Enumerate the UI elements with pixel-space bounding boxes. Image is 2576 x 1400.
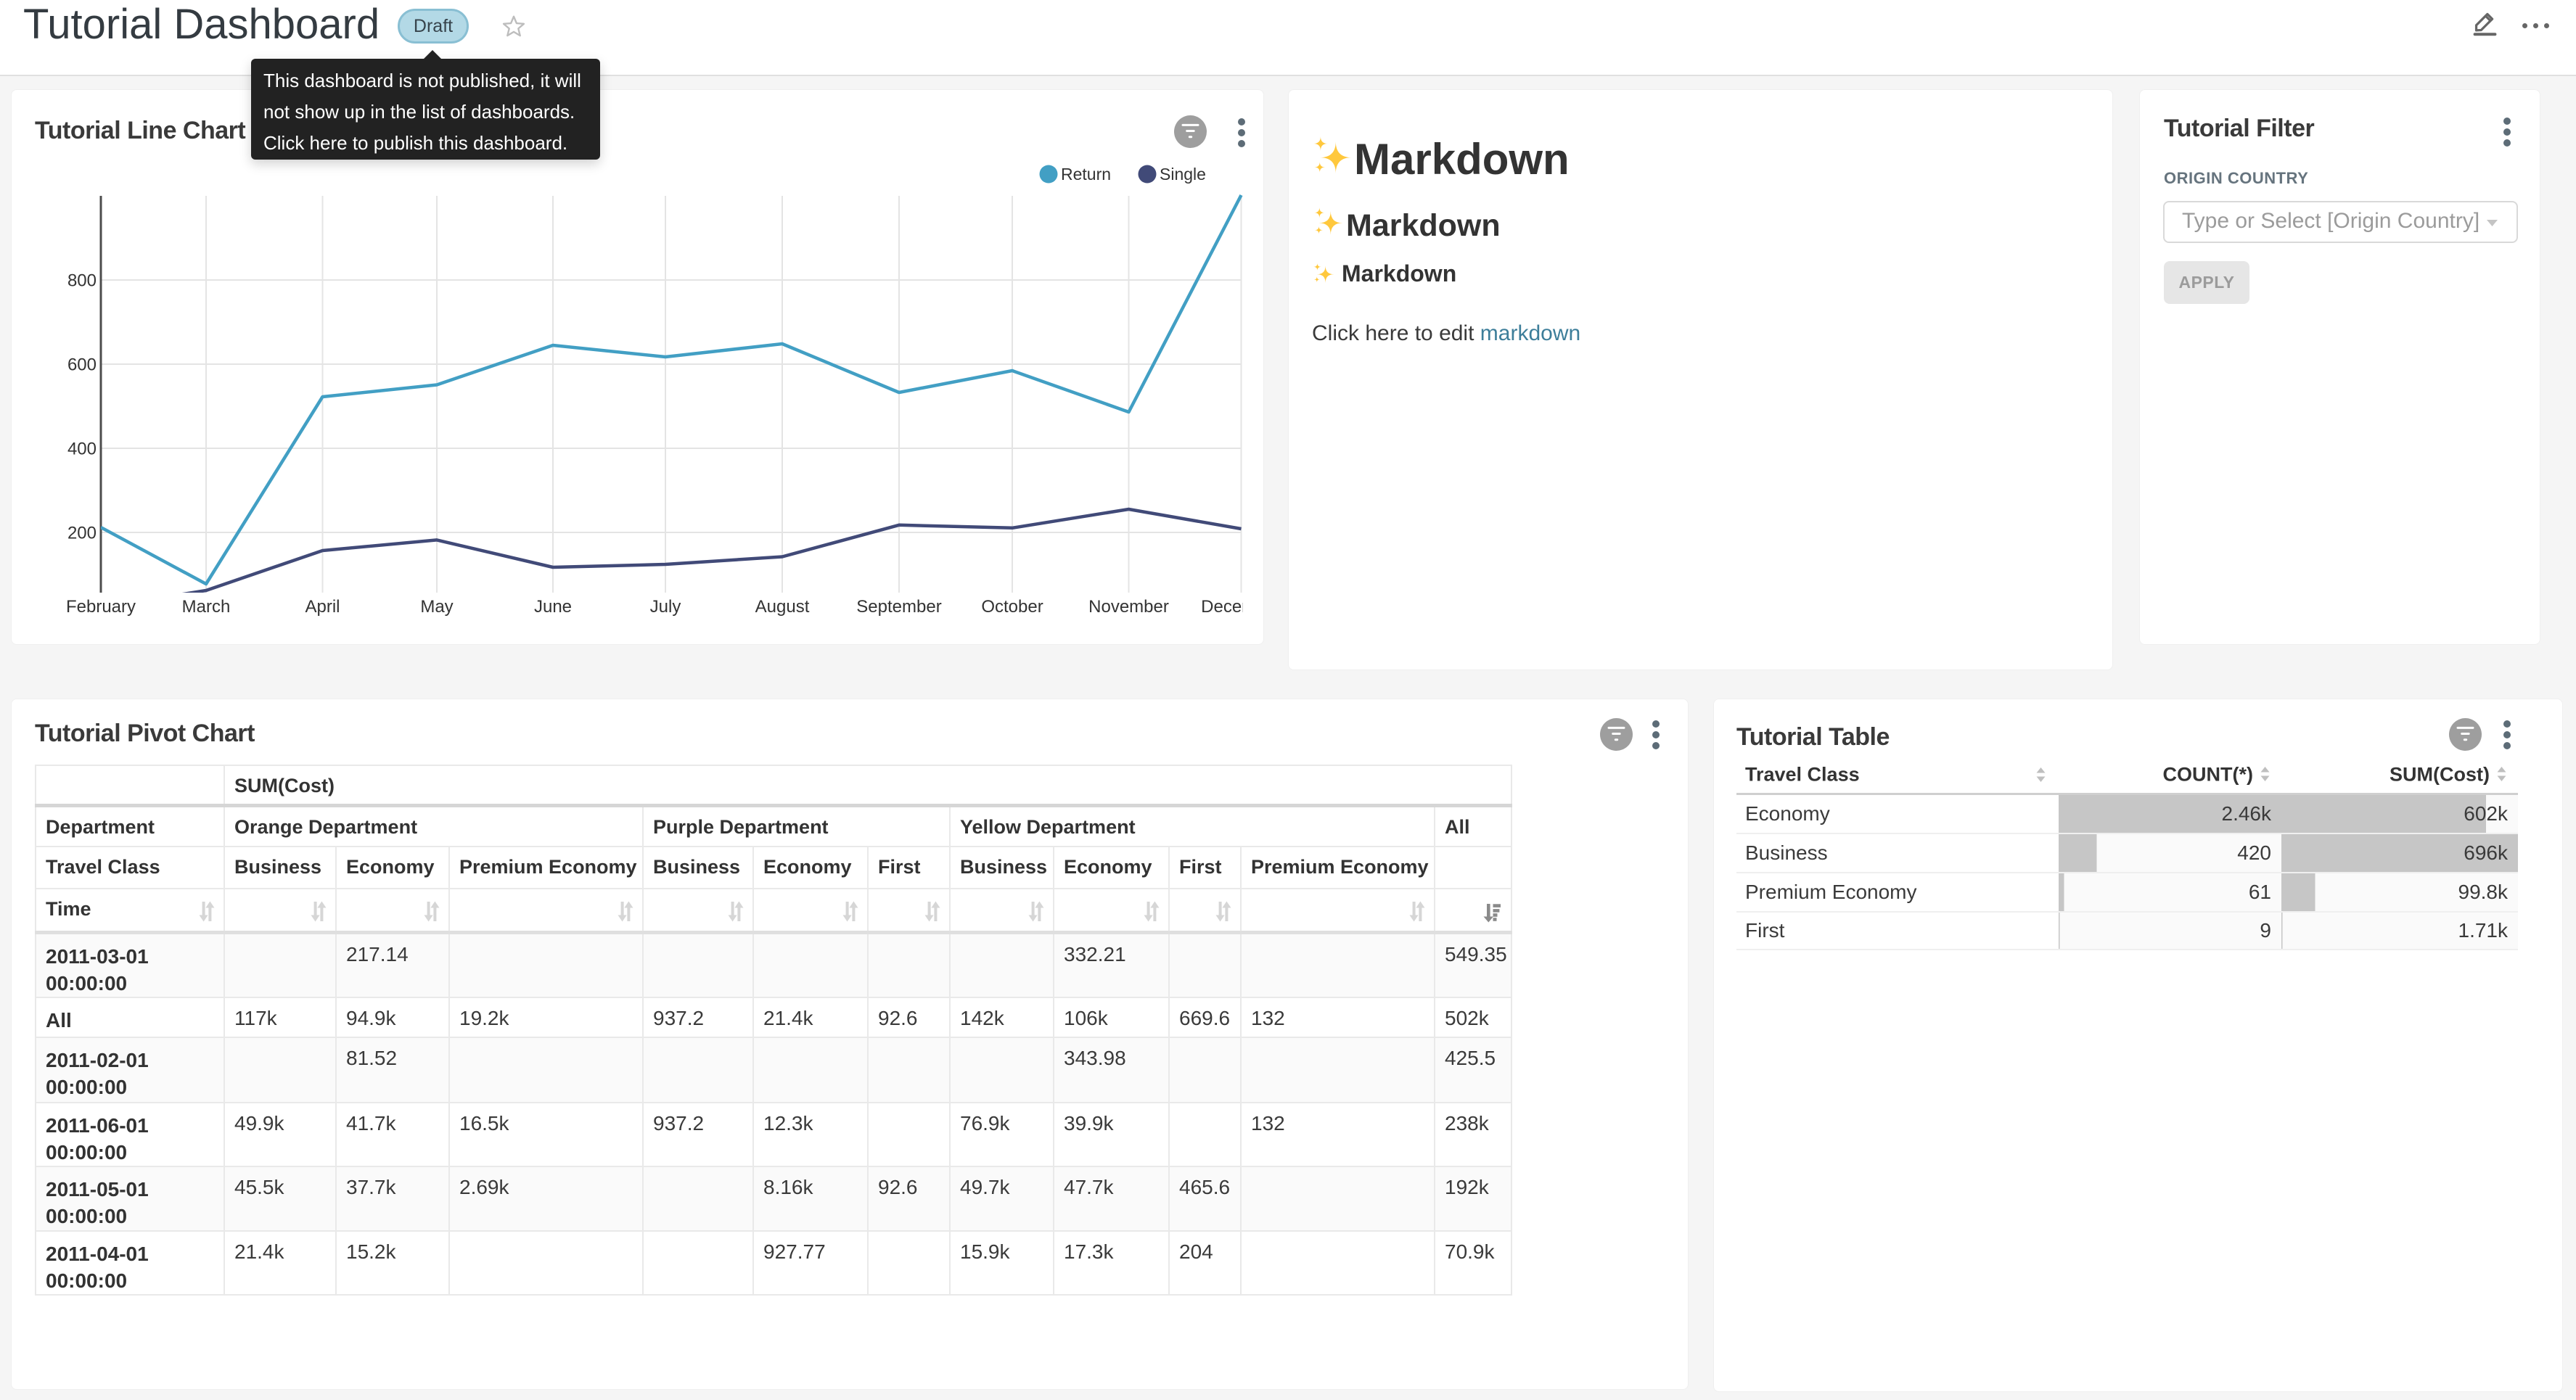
svg-text:200: 200 <box>67 524 97 543</box>
svg-text:October: October <box>981 597 1043 617</box>
svg-text:September: September <box>856 597 941 617</box>
svg-text:Single: Single <box>1160 165 1206 184</box>
svg-text:April: April <box>305 597 340 617</box>
svg-text:February: February <box>66 597 136 617</box>
svg-text:800: 800 <box>67 271 97 291</box>
svg-text:March: March <box>182 597 231 617</box>
svg-text:May: May <box>420 597 453 617</box>
svg-text:December: December <box>1201 597 1264 617</box>
svg-text:July: July <box>650 597 681 617</box>
svg-text:November: November <box>1088 597 1169 617</box>
svg-text:600: 600 <box>67 355 97 375</box>
svg-text:Return: Return <box>1061 165 1111 184</box>
svg-text:400: 400 <box>67 440 97 459</box>
svg-text:June: June <box>534 597 572 617</box>
svg-text:August: August <box>755 597 810 617</box>
